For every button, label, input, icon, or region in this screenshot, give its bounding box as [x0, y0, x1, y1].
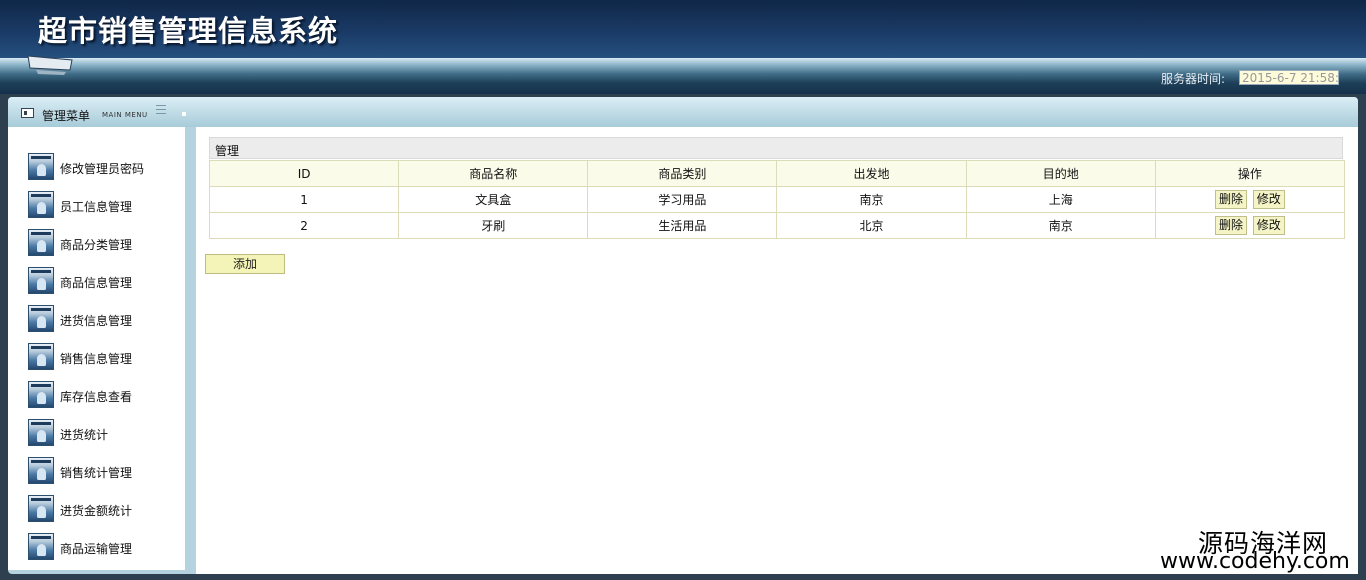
sidebar-item-change-password[interactable]: 修改管理员密码 [28, 152, 178, 182]
sidebar-item-purchase-amount[interactable]: 进货金额统计 [28, 494, 178, 524]
sidebar-item-products[interactable]: 商品信息管理 [28, 266, 178, 296]
app-header: 超市销售管理信息系统 [0, 0, 1366, 58]
cell-destination: 上海 [965, 186, 1156, 213]
app-title: 超市销售管理信息系统 [38, 14, 339, 48]
sidebar-item-label: 员工信息管理 [60, 200, 133, 214]
column-header: 目的地 [965, 160, 1156, 187]
cell-id: 1 [208, 186, 400, 213]
server-time-label: 服务器时间: [1161, 72, 1226, 86]
panel-title: 管理 [215, 144, 240, 158]
watermark-url: www.codehy.com [1160, 549, 1350, 574]
sidebar-item-label: 商品分类管理 [60, 238, 133, 252]
content-area: 管理 ID 商品名称 商品类别 出发地 目的地 操作 1 文具盒 学习用品 南京 [196, 127, 1358, 574]
admin-user-icon [28, 457, 54, 484]
cell-id: 2 [208, 212, 400, 239]
sidebar-item-label: 销售统计管理 [60, 466, 133, 480]
main-frame: 管理菜单 MAIN MENU 修改管理员密码 员工信息管理 商品分类管理 商品信… [8, 97, 1358, 574]
monitor-icon [27, 55, 73, 75]
menu-dot-icon [182, 112, 186, 116]
admin-user-icon [28, 191, 54, 218]
cell-category: 学习用品 [587, 186, 778, 213]
sidebar-item-label: 进货统计 [60, 428, 109, 442]
menu-window-icon [21, 108, 34, 118]
sidebar-item-category[interactable]: 商品分类管理 [28, 228, 178, 258]
sidebar-item-label: 进货信息管理 [60, 314, 133, 328]
cell-origin: 南京 [776, 186, 967, 213]
header-subbar: 服务器时间: 2015-6-7 21:58:5( [0, 58, 1366, 94]
menu-subtitle: MAIN MENU [102, 111, 148, 119]
sidebar-item-sales-stats[interactable]: 销售统计管理 [28, 456, 178, 486]
sidebar-item-transport[interactable]: 商品运输管理 [28, 532, 178, 562]
sidebar-item-label: 修改管理员密码 [60, 162, 145, 176]
sidebar-item-staff[interactable]: 员工信息管理 [28, 190, 178, 220]
admin-user-icon [28, 153, 54, 180]
column-header: 商品类别 [587, 160, 778, 187]
sidebar-item-label: 进货金额统计 [60, 504, 133, 518]
cell-destination: 南京 [965, 212, 1156, 239]
delete-button[interactable]: 删除 [1214, 190, 1247, 209]
cell-origin: 北京 [776, 212, 967, 239]
menu-title: 管理菜单 [42, 109, 91, 123]
sidebar-item-sales[interactable]: 销售信息管理 [28, 342, 178, 372]
sidebar-item-purchase[interactable]: 进货信息管理 [28, 304, 178, 334]
table-header-row: ID 商品名称 商品类别 出发地 目的地 操作 [208, 160, 1346, 187]
sidebar-item-label: 商品信息管理 [60, 276, 133, 290]
add-button[interactable]: 添加 [205, 254, 285, 274]
admin-user-icon [28, 229, 54, 256]
data-table: ID 商品名称 商品类别 出发地 目的地 操作 1 文具盒 学习用品 南京 上海… [208, 160, 1346, 239]
sidebar-item-label: 商品运输管理 [60, 542, 133, 556]
edit-button[interactable]: 修改 [1252, 216, 1285, 235]
admin-user-icon [28, 533, 54, 560]
cell-actions: 删除 修改 [1154, 212, 1346, 239]
admin-user-icon [28, 343, 54, 370]
sidebar-item-purchase-stats[interactable]: 进货统计 [28, 418, 178, 448]
cell-name: 文具盒 [398, 186, 589, 213]
edit-button[interactable]: 修改 [1252, 190, 1285, 209]
column-header: ID [208, 160, 400, 187]
panel-header: 管理 [209, 137, 1343, 159]
delete-button[interactable]: 删除 [1214, 216, 1247, 235]
admin-user-icon [28, 419, 54, 446]
admin-user-icon [28, 495, 54, 522]
sidebar-item-label: 库存信息查看 [60, 390, 133, 404]
sidebar-item-label: 销售信息管理 [60, 352, 133, 366]
cell-actions: 删除 修改 [1154, 186, 1346, 213]
menu-header: 管理菜单 MAIN MENU [8, 97, 1358, 127]
column-header: 出发地 [776, 160, 967, 187]
table-row: 2 牙刷 生活用品 北京 南京 删除 修改 [208, 212, 1346, 239]
cell-category: 生活用品 [587, 212, 778, 239]
column-header: 商品名称 [398, 160, 589, 187]
sidebar: 修改管理员密码 员工信息管理 商品分类管理 商品信息管理 进货信息管理 销售信息… [8, 127, 185, 570]
admin-user-icon [28, 381, 54, 408]
table-row: 1 文具盒 学习用品 南京 上海 删除 修改 [208, 186, 1346, 213]
cell-name: 牙刷 [398, 212, 589, 239]
sidebar-item-inventory[interactable]: 库存信息查看 [28, 380, 178, 410]
server-time-field: 2015-6-7 21:58:5( [1239, 70, 1339, 85]
admin-user-icon [28, 267, 54, 294]
menu-toggle-icon[interactable] [156, 105, 166, 114]
column-header: 操作 [1154, 160, 1346, 187]
admin-user-icon [28, 305, 54, 332]
